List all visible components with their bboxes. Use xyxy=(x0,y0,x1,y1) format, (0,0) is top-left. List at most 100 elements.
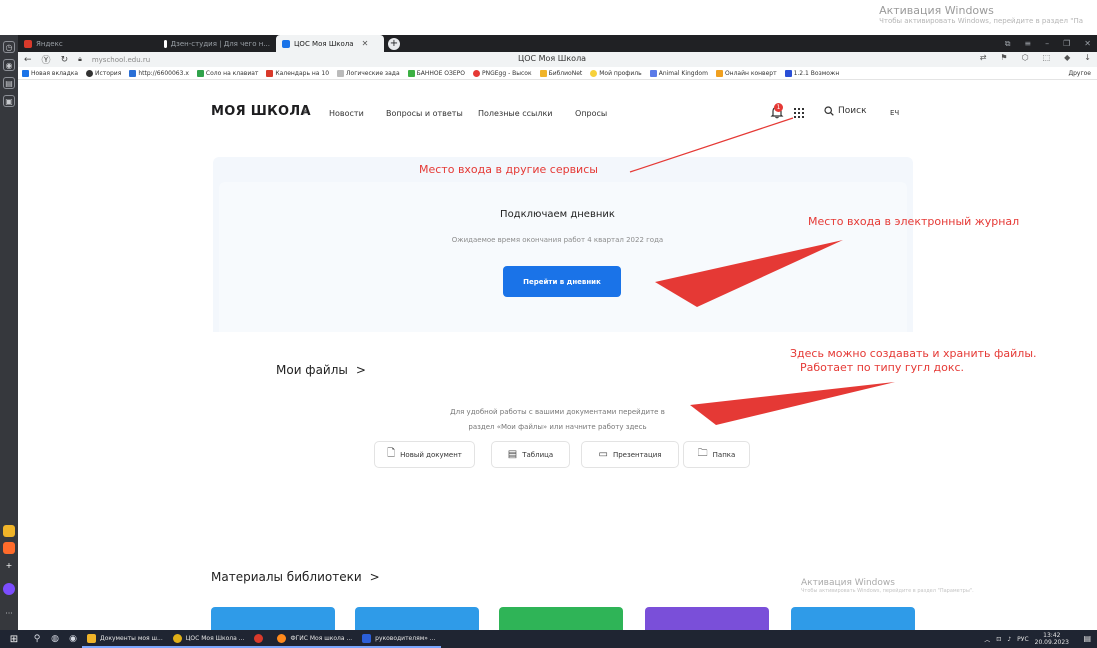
bookmark-icon xyxy=(407,69,415,77)
bookmark-item[interactable]: История xyxy=(86,69,121,77)
new-tab-button[interactable]: + xyxy=(388,37,400,50)
bookmark-item[interactable]: Соло на клавиат xyxy=(196,69,258,77)
yandex-icon xyxy=(254,633,264,643)
bookmark-item[interactable]: БиблиоNet xyxy=(539,69,582,77)
media-icon[interactable]: ◉ xyxy=(3,59,15,71)
services-grid-icon[interactable] xyxy=(794,108,804,118)
bookmark-icon xyxy=(539,69,547,77)
edge-icon[interactable]: ◍ xyxy=(46,634,64,644)
document-icon: 🗋︎ xyxy=(387,448,396,459)
close-icon[interactable]: ✕ xyxy=(362,39,369,48)
taskbar-item[interactable]: Документы моя ш... xyxy=(82,630,168,648)
bookmark-icon xyxy=(22,69,29,77)
nav-polls[interactable]: Опросы xyxy=(575,109,607,118)
extensions-icon[interactable]: ⧉ xyxy=(1005,39,1011,49)
address-bar: ← Ⓨ ↻ 🔒︎ myschool.edu.ru ЦОС Моя Школа ⇄… xyxy=(18,52,1097,67)
clock[interactable]: 13:42 20.09.2023 xyxy=(1035,632,1069,646)
calendar-icon xyxy=(266,69,274,77)
user-avatar[interactable]: ЕЧ xyxy=(890,109,899,117)
library-title[interactable]: Материалы библиотеки > xyxy=(211,570,380,584)
chevron-right-icon: > xyxy=(355,363,366,377)
library-card[interactable] xyxy=(791,607,915,630)
restore-icon[interactable]: ❐ xyxy=(1063,39,1070,48)
app-icon[interactable]: ◉ xyxy=(64,634,82,644)
back-icon[interactable]: ← xyxy=(24,55,32,65)
bookmark-item[interactable]: Мой профиль xyxy=(590,69,642,77)
bookmark-item[interactable]: Логические зада xyxy=(337,69,400,77)
sidebar-app-icon[interactable] xyxy=(3,542,15,554)
nav-useful-links[interactable]: Полезные ссылки xyxy=(478,109,552,118)
site-logo[interactable]: МОЯ ШКОЛА xyxy=(211,104,311,119)
bookmark-item[interactable]: Календарь на 10 xyxy=(266,69,329,77)
library-title-text: Материалы библиотеки xyxy=(211,570,362,584)
system-tray: ︿ ⊡ ♪ РУС 13:42 20.09.2023 xyxy=(984,632,1069,646)
alice-icon[interactable] xyxy=(3,583,15,595)
bookmark-item[interactable]: Новая вкладка xyxy=(22,69,78,77)
bookmark-item[interactable]: Animal Kingdom xyxy=(649,69,708,77)
search-icon[interactable]: ⚲ xyxy=(28,634,46,644)
sidebar-app-icon[interactable] xyxy=(3,525,15,537)
window-controls: ⧉ ≡ – ❐ ✕ xyxy=(1005,35,1091,52)
desktop-top-strip: Активация Windows Чтобы активировать Win… xyxy=(0,0,1097,35)
clock-icon[interactable]: ◷ xyxy=(3,41,15,53)
bookmark-item[interactable]: PNGEgg - Высок xyxy=(473,69,532,77)
library-card[interactable] xyxy=(499,607,623,630)
search-button[interactable]: Поиск xyxy=(824,106,867,116)
download-icon[interactable]: ↓ xyxy=(1084,53,1091,62)
reload-icon[interactable]: ↻ xyxy=(61,55,69,65)
tab-dzen[interactable]: Дзен-студия | Для чего н... xyxy=(158,35,276,52)
tab-myschool[interactable]: ЦОС Моя Школа ✕ xyxy=(276,35,384,52)
files-title[interactable]: Мои файлы > xyxy=(276,363,366,377)
chevron-right-icon: > xyxy=(369,570,380,584)
tab-label: Дзен-студия | Для чего н... xyxy=(170,39,270,48)
chevron-up-icon[interactable]: ︿ xyxy=(984,635,990,644)
taskbar-item[interactable]: ФГИС Моя школа ... xyxy=(272,630,358,648)
go-to-diary-button[interactable]: Перейти в дневник xyxy=(503,266,621,297)
yandex-home-icon[interactable]: Ⓨ xyxy=(42,53,51,66)
activation-title: Активация Windows xyxy=(879,4,994,17)
taskbar-item[interactable]: ЦОС Моя Школа ... xyxy=(167,630,250,648)
taskbar-item[interactable] xyxy=(249,630,273,648)
library-card[interactable] xyxy=(211,607,335,630)
bookmark-icon xyxy=(337,69,345,77)
collections-icon[interactable]: ▣ xyxy=(3,95,15,107)
browser-side-panel: ◷ ◉ ▤ ▣ + ··· xyxy=(0,35,18,630)
tab-yandex[interactable]: Яндекс xyxy=(18,35,158,52)
notification-center-icon[interactable]: ▤ xyxy=(1083,634,1091,643)
minimize-icon[interactable]: – xyxy=(1045,39,1049,48)
table-button[interactable]: ▤ Таблица xyxy=(491,441,570,468)
add-app-icon[interactable]: + xyxy=(3,559,15,571)
windows-start-icon[interactable]: ⊞ xyxy=(0,634,28,645)
more-icon[interactable]: ··· xyxy=(3,607,15,619)
bookmark-icon xyxy=(649,69,657,77)
library-card[interactable] xyxy=(645,607,769,630)
bookmark-icon[interactable]: ⚑ xyxy=(1000,53,1007,62)
presentation-button[interactable]: ▭ Презентация xyxy=(581,441,679,468)
new-document-button[interactable]: 🗋︎ Новый документ xyxy=(374,441,475,468)
network-icon[interactable]: ⊡ xyxy=(996,636,1001,643)
bookmark-item[interactable]: http://6600063.x xyxy=(129,69,189,77)
bookmark-item[interactable]: 1.2.1 Возможн xyxy=(784,69,839,77)
annotation-files: Здесь можно создавать и хранить файлы. Р… xyxy=(790,347,1037,374)
menu-icon[interactable]: ≡ xyxy=(1024,39,1031,48)
windows-taskbar: ⊞ ⚲ ◍ ◉ Документы моя ш... ЦОС Моя Школа… xyxy=(0,630,1097,648)
library-card[interactable] xyxy=(355,607,479,630)
nav-faq[interactable]: Вопросы и ответы xyxy=(386,109,463,118)
language-indicator[interactable]: РУС xyxy=(1017,636,1028,643)
tab-label: ЦОС Моя Школа xyxy=(294,39,354,48)
folder-button[interactable]: 🗀︎ Папка xyxy=(683,441,750,468)
bookmark-item[interactable]: БАННОЕ ОЗЕРО xyxy=(407,69,465,77)
nav-news[interactable]: Новости xyxy=(329,109,364,118)
url-field[interactable]: myschool.edu.ru xyxy=(92,56,150,64)
panel-icon[interactable]: ▤ xyxy=(3,77,15,89)
translate-icon[interactable]: ⇄ xyxy=(980,53,987,62)
bookmark-item[interactable]: Онлайн конверт xyxy=(715,69,777,77)
share-icon[interactable]: ⬚ xyxy=(1043,53,1051,62)
close-window-icon[interactable]: ✕ xyxy=(1084,39,1091,48)
taskbar-item[interactable]: руководителям» ... xyxy=(357,630,441,648)
shield-icon[interactable]: ⬡ xyxy=(1022,53,1029,62)
extension-icon[interactable]: ◆ xyxy=(1064,53,1070,62)
volume-icon[interactable]: ♪ xyxy=(1007,636,1011,643)
myschool-icon xyxy=(282,39,290,48)
bookmarks-other[interactable]: Другое xyxy=(1068,70,1091,77)
